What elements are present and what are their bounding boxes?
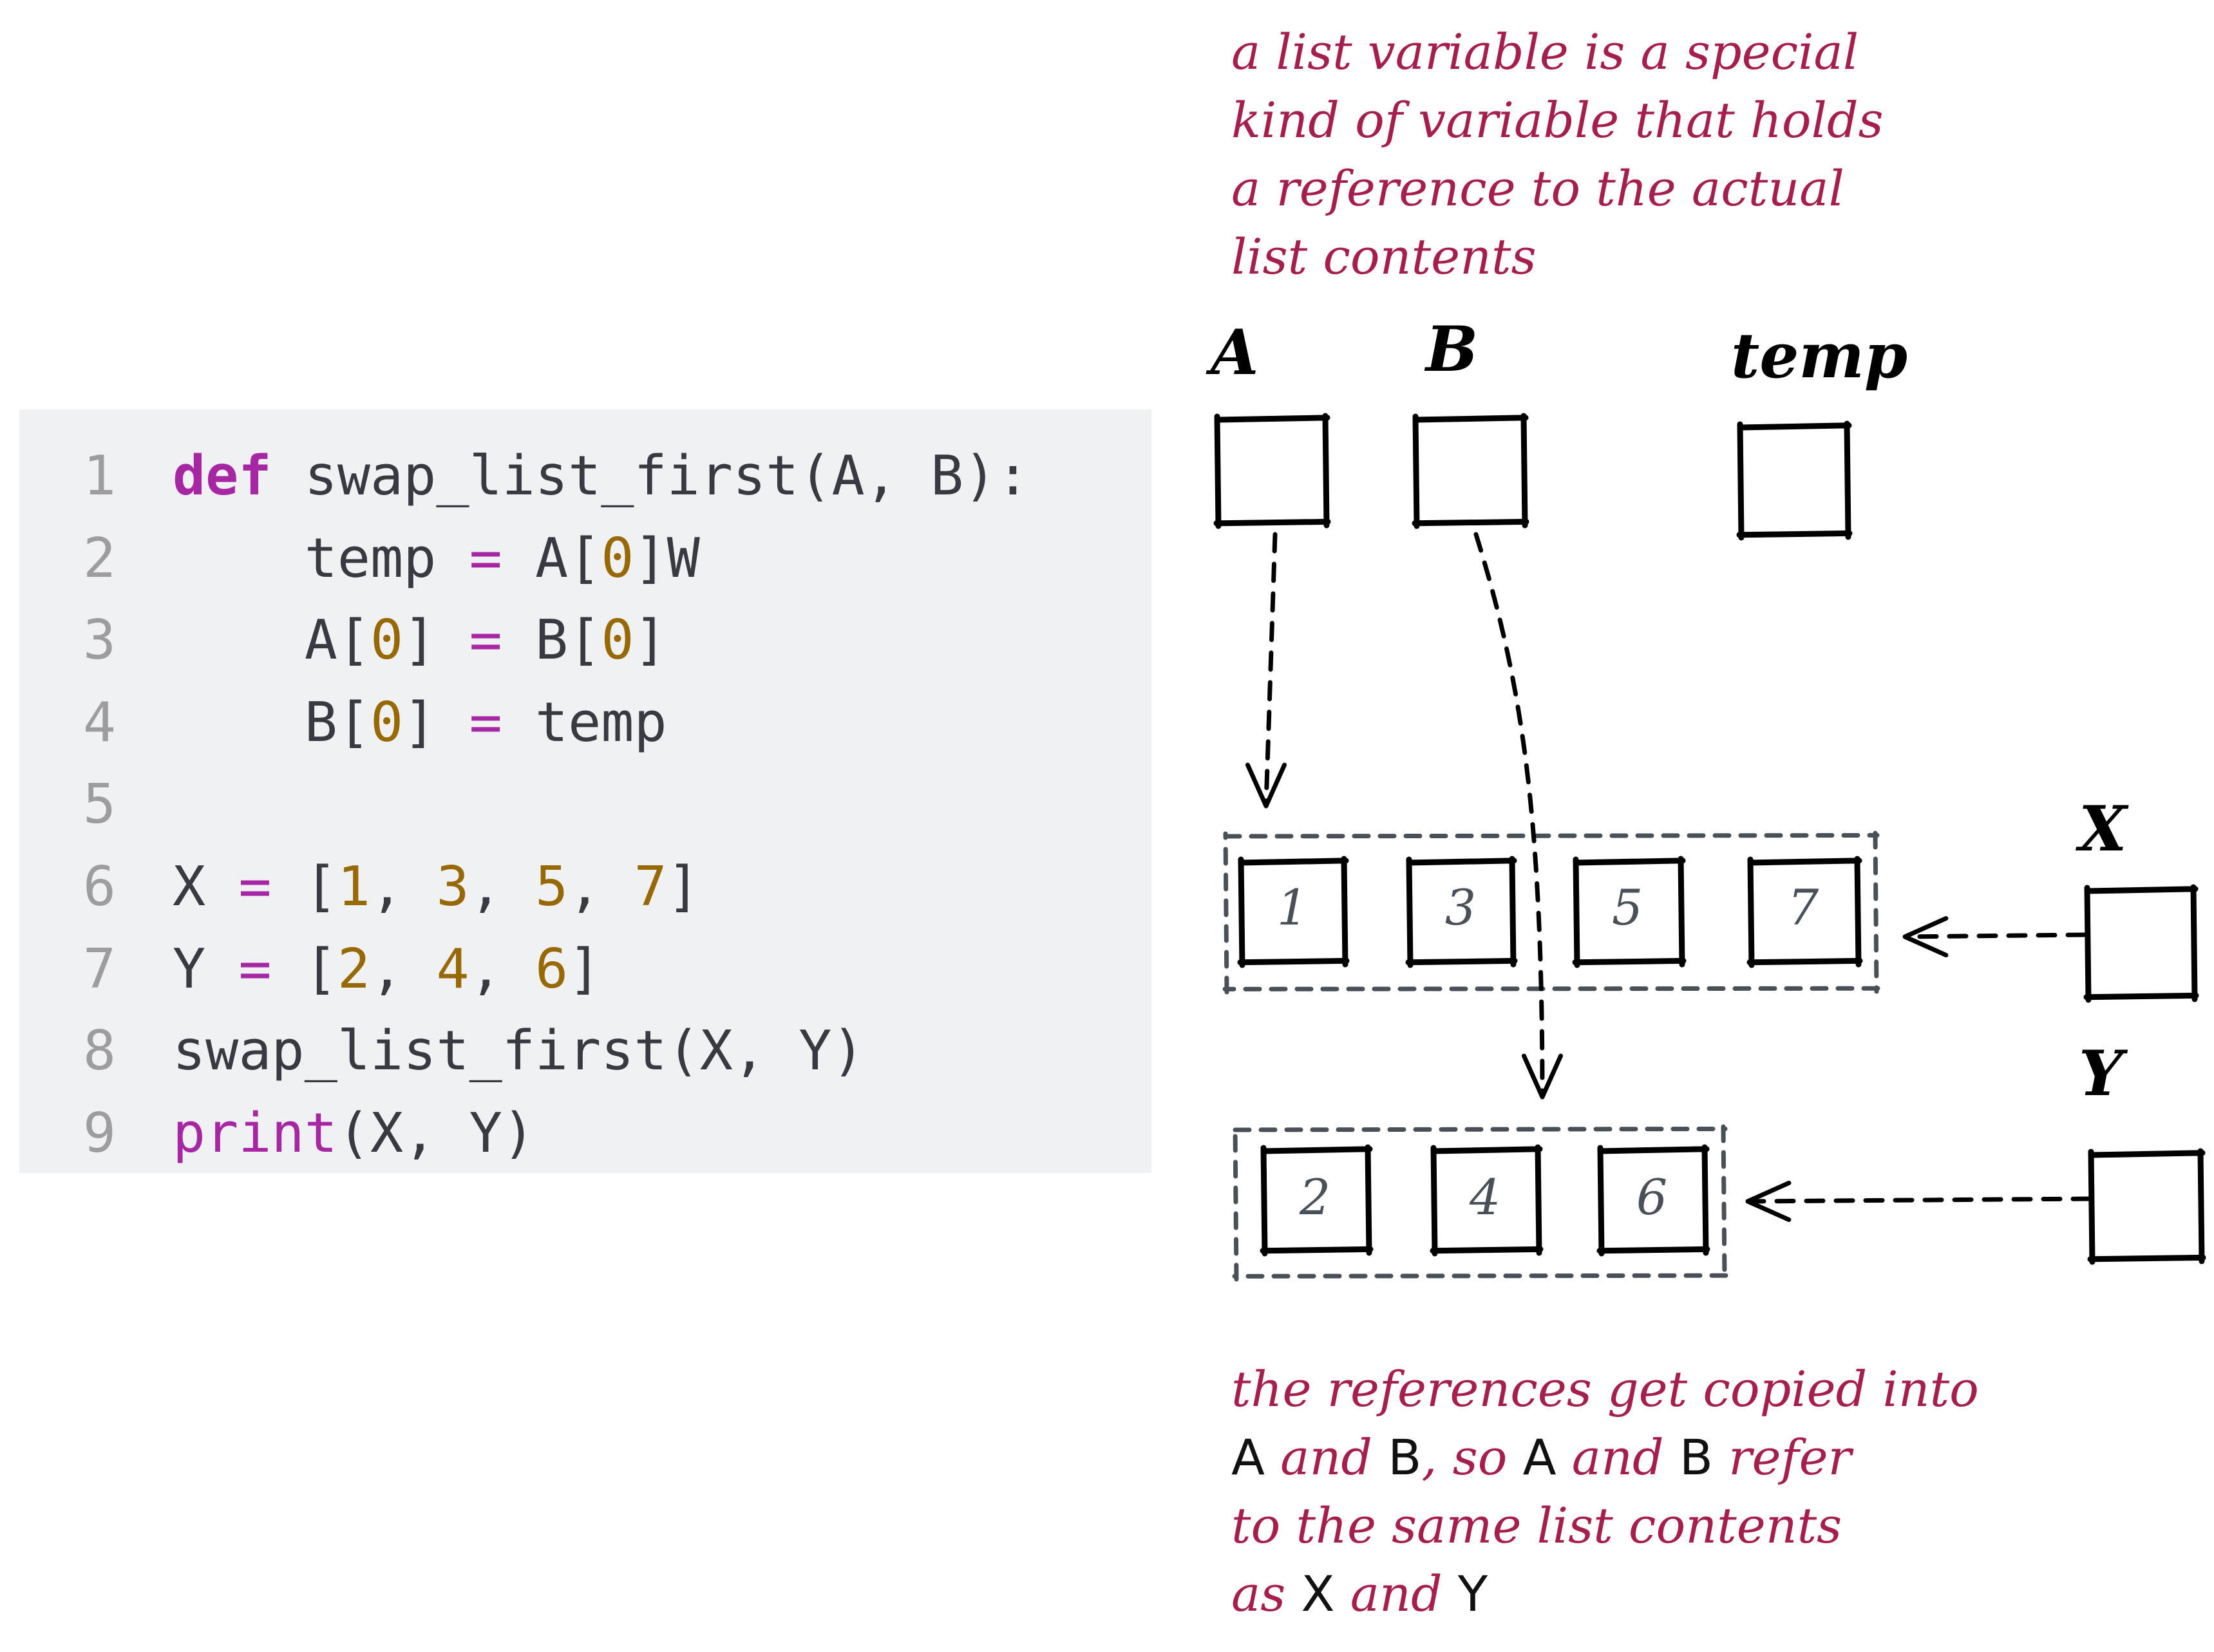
annotation-text: and xyxy=(1265,1429,1388,1486)
variable-name: Y xyxy=(1457,1565,1488,1622)
variable-box-temp xyxy=(1736,420,1853,541)
reference-arrow-b-line xyxy=(1473,532,1545,1097)
annotation-text: to the same list contents xyxy=(1231,1497,1842,1554)
reference-arrow-x xyxy=(1902,915,2087,958)
annotation-text: as xyxy=(1231,1565,1301,1622)
bottom-annotation-line: to the same list contents xyxy=(1231,1492,1979,1560)
annotation-text: and xyxy=(1334,1565,1458,1622)
variable-label-b: B xyxy=(1426,313,1479,386)
list-x-cell-3: 7 xyxy=(1787,879,1819,936)
annotation-text: , so xyxy=(1421,1429,1523,1486)
variable-name: X xyxy=(1301,1565,1335,1622)
bottom-annotation-line: A and B, so A and B refer xyxy=(1231,1423,1979,1492)
variable-label-y: Y xyxy=(2079,1037,2123,1110)
annotation-text: refer xyxy=(1712,1429,1851,1486)
top-annotation: a list variable is a special kind of vari… xyxy=(1231,18,1884,291)
top-annotation-line: a list variable is a special xyxy=(1231,23,1859,80)
annotation-text: and xyxy=(1556,1429,1679,1486)
reference-arrow-b xyxy=(1473,532,1564,1100)
bottom-annotation-line: as X and Y xyxy=(1231,1560,1979,1628)
variable-box-a xyxy=(1213,413,1331,529)
reference-arrow-y-line xyxy=(1748,1196,2092,1204)
top-annotation-line: a reference to the actual xyxy=(1231,160,1844,217)
list-y-cell-0: 2 xyxy=(1299,1169,1331,1226)
reference-arrow-x-line xyxy=(1905,932,2087,939)
bottom-annotation-line: the references get copied into xyxy=(1231,1355,1979,1423)
variable-name: B xyxy=(1679,1429,1713,1486)
variable-name: A xyxy=(1231,1429,1265,1486)
reference-arrow-a xyxy=(1245,532,1287,809)
variable-name: B xyxy=(1388,1429,1422,1486)
list-x-cell-1: 3 xyxy=(1444,879,1477,936)
variable-box-b xyxy=(1412,413,1529,529)
variable-label-temp: temp xyxy=(1731,319,1908,392)
reference-arrow-a-line xyxy=(1263,532,1278,807)
list-y-cell-2: 6 xyxy=(1636,1169,1668,1226)
list-y-cell-1: 4 xyxy=(1469,1169,1501,1226)
list-x-cell-0: 1 xyxy=(1276,879,1309,936)
reference-arrow-y xyxy=(1745,1180,2092,1223)
variable-name: A xyxy=(1522,1429,1556,1486)
bottom-annotation: the references get copied into A and B, s… xyxy=(1231,1355,1979,1628)
variable-label-x: X xyxy=(2079,793,2127,865)
top-annotation-line: list contents xyxy=(1231,228,1537,285)
list-x-cell-2: 5 xyxy=(1611,879,1643,936)
variable-box-x xyxy=(2083,884,2199,1003)
variable-box-y xyxy=(2087,1148,2206,1265)
top-annotation-line: kind of variable that holds xyxy=(1231,91,1884,149)
variable-label-a: A xyxy=(1211,316,1259,389)
annotation-text: the references get copied into xyxy=(1231,1360,1979,1418)
